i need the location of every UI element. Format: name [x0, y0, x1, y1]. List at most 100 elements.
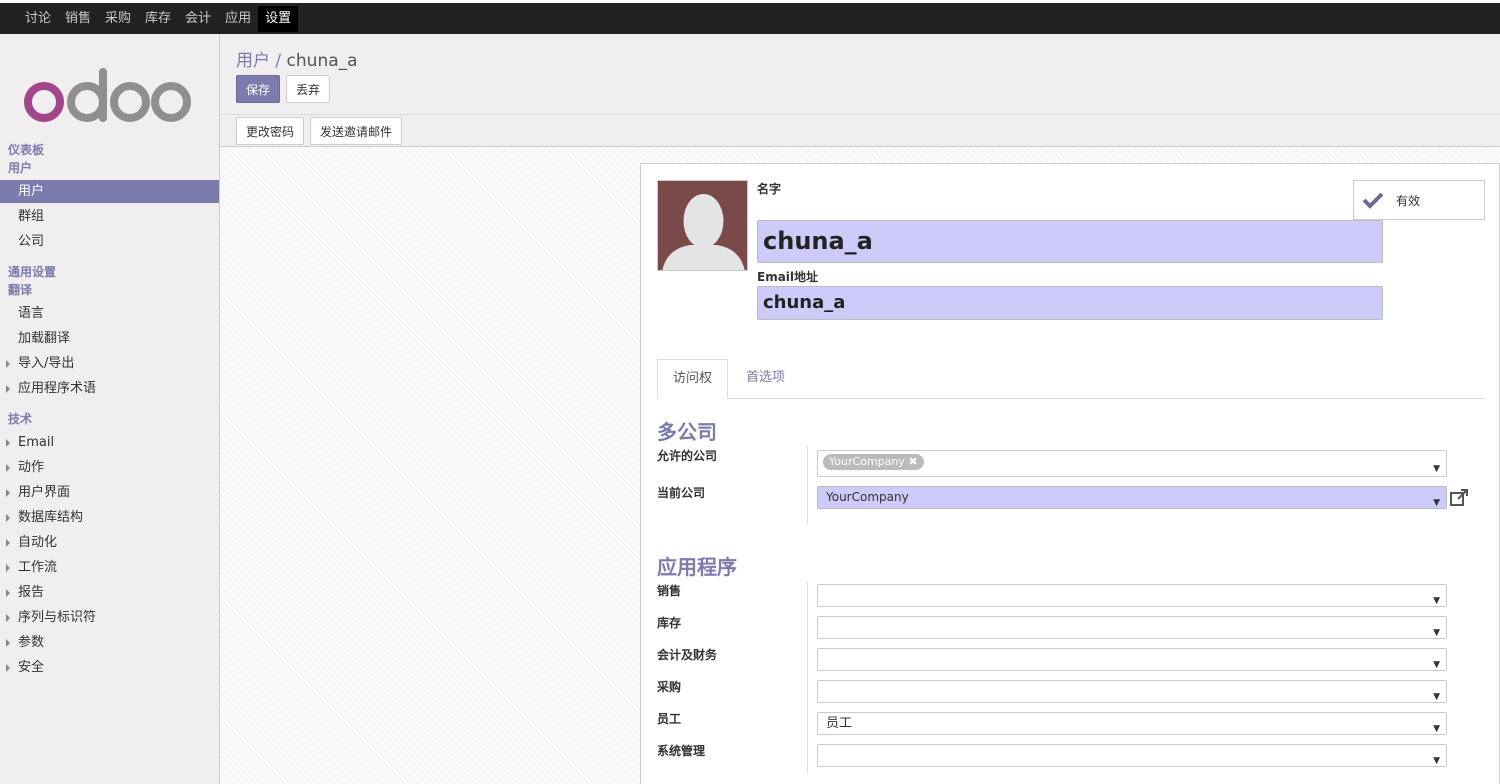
section-users[interactable]: 用户 [8, 159, 32, 176]
sidebar-item-app-terms[interactable]: 应用程序术语 [0, 377, 219, 400]
current-company-label: 当前公司 [657, 486, 706, 500]
section-technical[interactable]: 技术 [8, 410, 32, 427]
sidebar-item-label: 导入/导出 [18, 356, 75, 371]
sidebar-item-label: 应用程序术语 [18, 381, 97, 396]
sidebar: 仪表板 用户 用户 群组 公司 通用设置 翻译 语言 加载翻译 导入/导出 应用… [0, 34, 220, 784]
name-label: 名字 [757, 182, 782, 196]
tab-preferences[interactable]: 首选项 [731, 359, 800, 399]
sidebar-item-users[interactable]: 用户 [0, 180, 219, 203]
section-general-settings[interactable]: 通用设置 [8, 263, 56, 280]
email-input[interactable]: chuna_a [757, 286, 1383, 320]
caret-right-icon [6, 385, 10, 393]
caret-right-icon [6, 464, 10, 472]
sidebar-item-user-interface[interactable]: 用户界面 [0, 481, 219, 504]
menu-sales[interactable]: 销售 [58, 6, 98, 32]
sidebar-item-database-structure[interactable]: 数据库结构 [0, 506, 219, 529]
caret-right-icon [6, 614, 10, 622]
app-select-accounting[interactable]: ▼ [817, 648, 1447, 671]
current-company-value: YourCompany [826, 490, 909, 504]
allowed-companies-label: 允许的公司 [657, 449, 718, 463]
divider [807, 446, 808, 524]
send-invite-button[interactable]: 发送邀请邮件 [310, 117, 403, 145]
active-label: 有效 [1396, 193, 1421, 208]
sidebar-item-sequences[interactable]: 序列与标识符 [0, 606, 219, 629]
sidebar-item-label: 工作流 [18, 560, 58, 575]
menu-purchase[interactable]: 采购 [98, 6, 138, 32]
avatar[interactable] [657, 180, 748, 271]
app-label-sales: 销售 [657, 584, 682, 598]
breadcrumb: 用户 / chuna_a [236, 46, 358, 71]
dropdown-arrow-icon: ▼ [1433, 756, 1440, 766]
dropdown-arrow-icon: ▼ [1433, 498, 1440, 508]
app-label-administration: 系统管理 [657, 744, 706, 758]
company-tag: YourCompany ✖ [823, 454, 924, 470]
allowed-companies-field[interactable]: YourCompany ✖ ▼ [817, 450, 1447, 477]
company-tag-label: YourCompany [829, 455, 905, 468]
app-label-employees: 员工 [657, 712, 682, 726]
app-label-accounting: 会计及财务 [657, 648, 718, 662]
notebook-tabs: 访问权 首选项 [657, 359, 1485, 399]
menu-accounting[interactable]: 会计 [178, 6, 218, 32]
menu-apps[interactable]: 应用 [218, 6, 258, 32]
menu-settings[interactable]: 设置 [258, 5, 299, 32]
dropdown-arrow-icon: ▼ [1433, 724, 1440, 734]
app-select-employees[interactable]: 员工 ▼ [817, 712, 1447, 735]
sidebar-item-reports[interactable]: 报告 [0, 581, 219, 604]
form-view: 名字 chuna_a Email地址 chuna_a 有效 访问权 首选项 多公… [220, 147, 1500, 784]
save-button[interactable]: 保存 [236, 75, 281, 103]
discard-button[interactable]: 丢弃 [286, 75, 331, 103]
sidebar-item-parameters[interactable]: 参数 [0, 631, 219, 654]
multi-company-title: 多公司 [657, 420, 717, 444]
app-select-inventory[interactable]: ▼ [817, 616, 1447, 639]
change-password-button[interactable]: 更改密码 [236, 117, 305, 145]
sidebar-item-label: 用户界面 [18, 485, 71, 500]
breadcrumb-parent[interactable]: 用户 [236, 51, 270, 71]
current-company-select[interactable]: YourCompany ▼ [817, 486, 1447, 509]
caret-right-icon [6, 514, 10, 522]
check-icon [1362, 192, 1384, 209]
applications-title: 应用程序 [657, 555, 737, 579]
dropdown-arrow-icon: ▼ [1433, 628, 1440, 638]
form-statusbar: 更改密码 发送邀请邮件 [220, 115, 1500, 147]
dropdown-arrow-icon: ▼ [1433, 464, 1440, 474]
remove-tag-icon[interactable]: ✖ [908, 455, 917, 468]
odoo-logo[interactable] [22, 62, 197, 122]
dropdown-arrow-icon: ▼ [1433, 692, 1440, 702]
caret-right-icon [6, 639, 10, 647]
dropdown-arrow-icon: ▼ [1433, 596, 1440, 606]
app-label-purchase: 采购 [657, 680, 682, 694]
name-input[interactable]: chuna_a [757, 220, 1383, 263]
sidebar-item-actions[interactable]: 动作 [0, 456, 219, 479]
divider [807, 582, 808, 774]
top-menu-bar: 讨论 销售 采购 库存 会计 应用 设置 [0, 0, 1500, 34]
sidebar-item-label: 动作 [18, 460, 45, 475]
section-translations[interactable]: 翻译 [8, 281, 32, 298]
active-toggle-button[interactable]: 有效 [1353, 180, 1485, 220]
app-select-administration[interactable]: ▼ [817, 744, 1447, 767]
external-link-icon[interactable] [1449, 488, 1469, 508]
sidebar-item-load-translation[interactable]: 加载翻译 [0, 327, 219, 350]
caret-right-icon [6, 439, 10, 447]
caret-right-icon [6, 589, 10, 597]
caret-right-icon [6, 539, 10, 547]
menu-discuss[interactable]: 讨论 [18, 6, 58, 32]
menu-inventory[interactable]: 库存 [138, 6, 178, 32]
sidebar-item-import-export[interactable]: 导入/导出 [0, 352, 219, 375]
sidebar-item-languages[interactable]: 语言 [0, 302, 219, 325]
sidebar-item-label: 参数 [18, 635, 45, 650]
sidebar-item-companies[interactable]: 公司 [0, 230, 219, 253]
sidebar-item-email[interactable]: Email [0, 431, 219, 454]
sidebar-item-label: 序列与标识符 [18, 610, 97, 625]
sidebar-item-workflow[interactable]: 工作流 [0, 556, 219, 579]
caret-right-icon [6, 564, 10, 572]
app-select-sales[interactable]: ▼ [817, 584, 1447, 607]
section-dashboard[interactable]: 仪表板 [8, 141, 44, 158]
sidebar-item-label: 报告 [18, 585, 45, 600]
form-sheet: 名字 chuna_a Email地址 chuna_a 有效 访问权 首选项 多公… [640, 163, 1500, 784]
sidebar-item-security[interactable]: 安全 [0, 656, 219, 679]
app-select-purchase[interactable]: ▼ [817, 680, 1447, 703]
tab-access-rights[interactable]: 访问权 [657, 359, 729, 399]
sidebar-item-groups[interactable]: 群组 [0, 205, 219, 228]
sidebar-item-label: Email [18, 435, 55, 450]
sidebar-item-automation[interactable]: 自动化 [0, 531, 219, 554]
